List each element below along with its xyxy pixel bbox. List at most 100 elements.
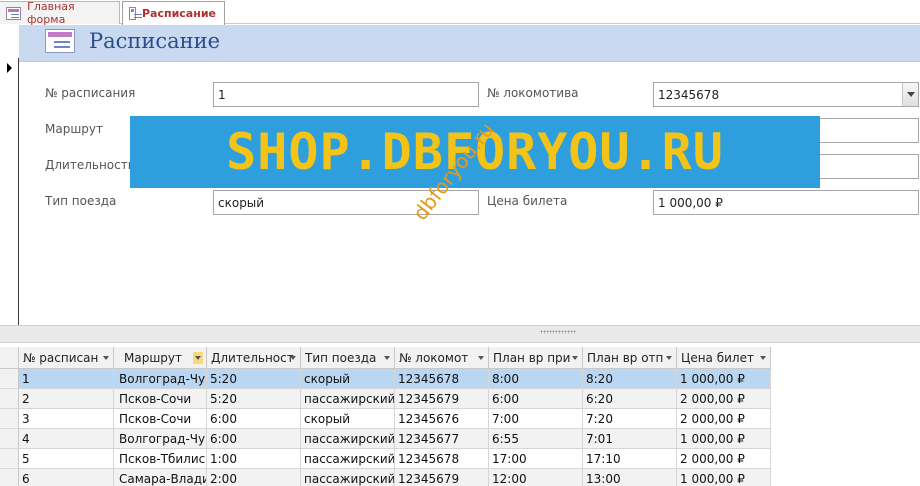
table-cell[interactable]: Волгоград-Чуг — [114, 429, 207, 449]
table-cell[interactable]: 8:00 — [489, 369, 583, 389]
column-header-route[interactable]: Маршрут — [114, 347, 207, 369]
tab-main-form-label: Главная форма — [27, 0, 75, 26]
table-cell[interactable]: пассажирский — [301, 449, 395, 469]
table-row[interactable]: 4 Волгоград-Чуг 6:00 пассажирский 12345677 6:… — [19, 429, 771, 449]
table-cell[interactable]: 6:55 — [489, 429, 583, 449]
table-cell[interactable]: 5:20 — [207, 369, 301, 389]
table-cell[interactable]: 2 000,00 ₽ — [677, 449, 771, 469]
column-dropdown-icon[interactable] — [666, 356, 672, 360]
column-header-train-type[interactable]: Тип поезда — [301, 347, 395, 369]
table-cell[interactable]: пассажирский — [301, 429, 395, 449]
splitter-grip-icon[interactable] — [540, 330, 576, 334]
page-title: Расписание — [89, 29, 221, 53]
table-cell[interactable]: 6:00 — [207, 429, 301, 449]
table-cell[interactable]: 12345679 — [395, 469, 489, 486]
table-cell[interactable]: 6 — [19, 469, 114, 486]
column-dropdown-icon[interactable] — [103, 356, 109, 360]
table-cell[interactable]: 7:01 — [583, 429, 677, 449]
table-cell[interactable]: 12345678 — [395, 369, 489, 389]
column-header-plan-arrival[interactable]: План вр при — [489, 347, 583, 369]
table-cell[interactable]: пассажирский — [301, 389, 395, 409]
table-cell[interactable]: Самара-Влади — [114, 469, 207, 486]
table-cell[interactable]: 2 — [19, 389, 114, 409]
form-header: Расписание — [19, 25, 920, 62]
table-cell[interactable]: 12345679 — [395, 389, 489, 409]
table-cell[interactable]: 5:20 — [207, 389, 301, 409]
table-row[interactable]: 5 Псков-Тбилиси 1:00 пассажирский 12345678 17… — [19, 449, 771, 469]
column-header-label: Тип поезда — [305, 351, 377, 365]
table-cell[interactable]: 1 000,00 ₽ — [677, 429, 771, 449]
table-cell[interactable]: 8:20 — [583, 369, 677, 389]
split-form-splitter[interactable] — [0, 325, 920, 343]
column-header-label: Маршрут — [124, 351, 183, 365]
table-cell[interactable]: 13:00 — [583, 469, 677, 486]
row-selector[interactable] — [0, 369, 19, 389]
column-header-duration[interactable]: Длительност — [207, 347, 301, 369]
tab-schedule[interactable]: Расписание — [122, 1, 225, 25]
column-dropdown-icon[interactable] — [572, 356, 578, 360]
column-dropdown-icon[interactable] — [384, 356, 390, 360]
table-cell[interactable]: 12345678 — [395, 449, 489, 469]
current-record-arrow-icon — [7, 63, 12, 73]
table-cell[interactable]: Псков-Тбилиси — [114, 449, 207, 469]
row-selector[interactable] — [0, 449, 19, 469]
chevron-down-icon[interactable] — [902, 83, 918, 106]
column-header-loco-no[interactable]: № локомот — [395, 347, 489, 369]
form-icon — [129, 7, 142, 20]
column-sort-dropdown-icon[interactable] — [193, 352, 203, 364]
ticket-price-field[interactable]: 1 000,00 ₽ — [653, 190, 919, 215]
table-cell[interactable]: 2 000,00 ₽ — [677, 409, 771, 429]
table-cell[interactable]: 7:00 — [489, 409, 583, 429]
table-cell[interactable]: пассажирский — [301, 469, 395, 486]
tab-schedule-label: Расписание — [141, 7, 216, 20]
table-row[interactable]: 6 Самара-Влади 2:00 пассажирский 12345679 12:… — [19, 469, 771, 486]
table-cell[interactable]: 1 000,00 ₽ — [677, 469, 771, 486]
table-cell[interactable]: Псков-Сочи — [114, 409, 207, 429]
table-row[interactable]: 3 Псков-Сочи 6:00 скорый 12345676 7:00 7:20 2 0… — [19, 409, 771, 429]
column-header-label: № локомот — [399, 351, 469, 365]
tab-main-form[interactable]: Главная форма — [0, 0, 120, 26]
table-cell[interactable]: 12345676 — [395, 409, 489, 429]
table-cell[interactable]: скорый — [301, 369, 395, 389]
table-cell[interactable]: 5 — [19, 449, 114, 469]
column-dropdown-icon[interactable] — [760, 356, 766, 360]
loco-no-combobox[interactable]: 12345678 — [653, 82, 919, 107]
column-header-ticket-price[interactable]: Цена билет — [677, 347, 771, 369]
row-selector[interactable] — [0, 389, 19, 409]
table-cell[interactable]: 12:00 — [489, 469, 583, 486]
row-selector[interactable] — [0, 429, 19, 449]
row-selector[interactable] — [0, 409, 19, 429]
table-cell[interactable]: 17:10 — [583, 449, 677, 469]
table-cell[interactable]: 12345677 — [395, 429, 489, 449]
record-selector[interactable] — [0, 58, 19, 325]
route-label: Маршрут — [45, 122, 104, 136]
table-cell[interactable]: 3 — [19, 409, 114, 429]
schedule-no-field[interactable]: 1 — [213, 82, 479, 107]
table-cell[interactable]: 17:00 — [489, 449, 583, 469]
table-cell[interactable]: 4 — [19, 429, 114, 449]
table-cell[interactable]: 1 — [19, 369, 114, 389]
row-selector[interactable] — [0, 469, 19, 486]
column-header-label: Длительност — [211, 351, 294, 365]
table-cell[interactable]: 2:00 — [207, 469, 301, 486]
table-cell[interactable]: 6:00 — [207, 409, 301, 429]
table-cell[interactable]: скорый — [301, 409, 395, 429]
table-cell[interactable]: Волгоград-Чуг — [114, 369, 207, 389]
table-cell[interactable]: 7:20 — [583, 409, 677, 429]
table-row[interactable]: 1 Волгоград-Чуг 5:20 скорый 12345678 8:00 8:20… — [19, 369, 771, 389]
table-cell[interactable]: 6:20 — [583, 389, 677, 409]
column-header-plan-departure[interactable]: План вр отп — [583, 347, 677, 369]
ticket-price-label: Цена билета — [487, 194, 568, 208]
table-cell[interactable]: 6:00 — [489, 389, 583, 409]
table-cell[interactable]: 1 000,00 ₽ — [677, 369, 771, 389]
select-all-corner[interactable] — [0, 347, 19, 369]
column-header-schedule-no[interactable]: № расписан — [19, 347, 114, 369]
form-logo-icon — [45, 29, 75, 53]
table-cell[interactable]: 2 000,00 ₽ — [677, 389, 771, 409]
table-cell[interactable]: Псков-Сочи — [114, 389, 207, 409]
form-icon — [6, 6, 22, 20]
table-row[interactable]: 2 Псков-Сочи 5:20 пассажирский 12345679 6:00 6… — [19, 389, 771, 409]
table-cell[interactable]: 1:00 — [207, 449, 301, 469]
column-dropdown-icon[interactable] — [290, 356, 296, 360]
column-dropdown-icon[interactable] — [478, 356, 484, 360]
